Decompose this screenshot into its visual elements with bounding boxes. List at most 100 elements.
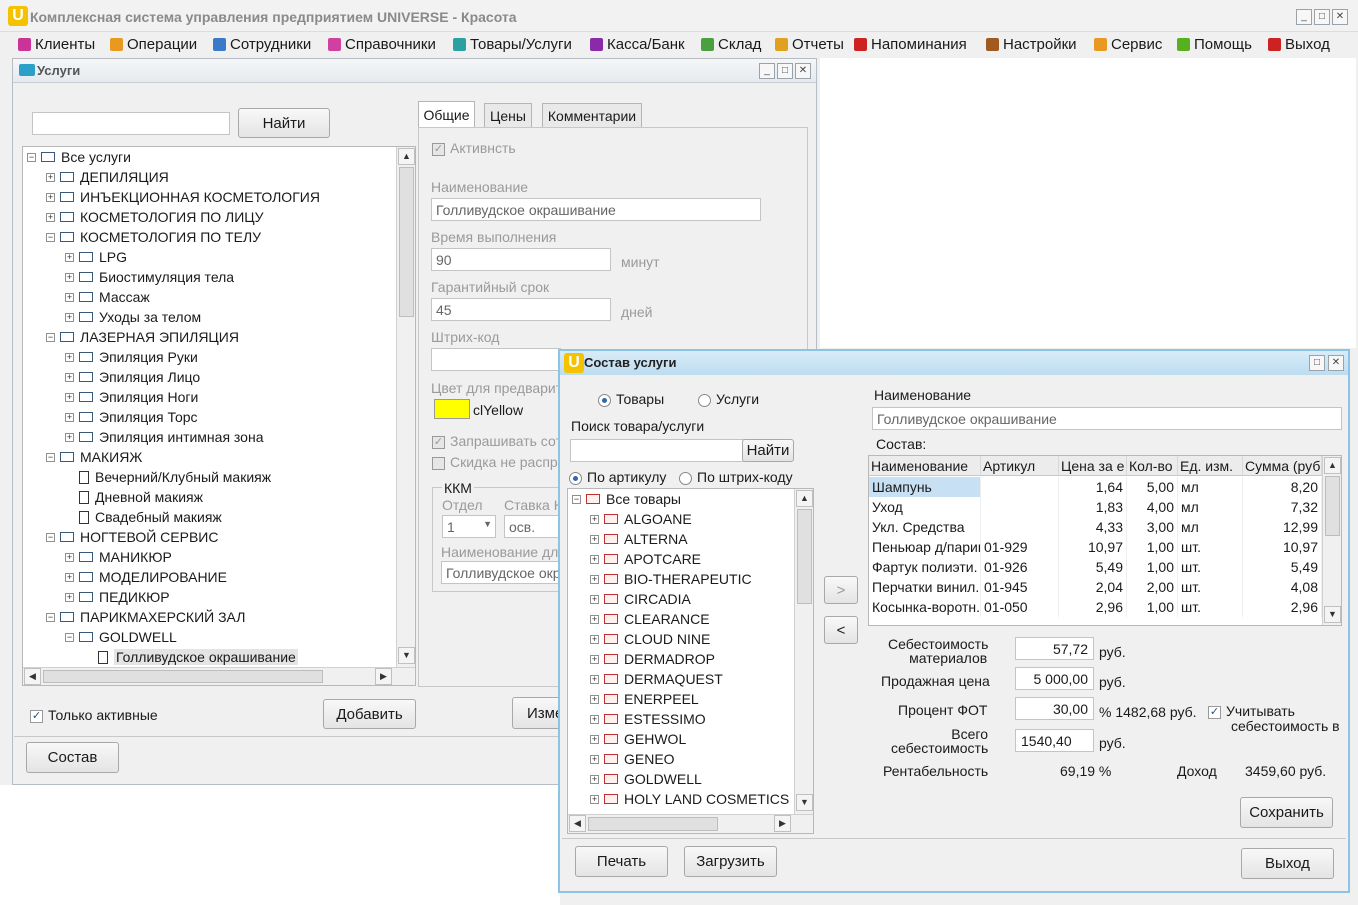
grid-cell[interactable]: Фартук полиэти. [869, 557, 981, 577]
menu-item-2[interactable]: Сотрудники [213, 36, 311, 53]
scroll-left-icon[interactable]: ◀ [569, 815, 586, 832]
grid-cell[interactable]: шт. [1178, 557, 1243, 577]
composition-grid[interactable]: Наименование Артикул Цена за е Кол-во Ед. из… [868, 455, 1342, 626]
time-field[interactable]: 90 [431, 248, 611, 271]
grid-cell[interactable]: мл [1178, 477, 1243, 497]
grid-cell[interactable]: 1,00 [1127, 597, 1178, 617]
grid-cell[interactable]: 8,20 [1243, 477, 1322, 497]
column-header[interactable]: Цена за е [1059, 456, 1127, 476]
tree-item[interactable]: + ДЕПИЛЯЦИЯ [46, 167, 169, 187]
radio-icon[interactable] [598, 393, 611, 407]
expand-icon[interactable]: + [65, 592, 74, 602]
menu-item-9[interactable]: Настройки [986, 36, 1077, 53]
grid-cell[interactable]: 4,08 [1243, 577, 1322, 597]
goods-horizontal-scrollbar[interactable]: ◀ ▶ [568, 814, 813, 833]
expand-icon[interactable]: + [590, 754, 599, 764]
expand-icon[interactable]: + [65, 372, 74, 382]
menu-item-1[interactable]: Операции [110, 36, 197, 53]
expand-icon[interactable]: + [590, 734, 599, 744]
composition-button[interactable]: Состав [26, 742, 119, 773]
tree-item[interactable]: − ПАРИКМАХЕРСКИЙ ЗАЛ [46, 607, 245, 627]
scroll-up-icon[interactable]: ▲ [1324, 457, 1341, 474]
checkbox-icon[interactable] [432, 456, 445, 470]
scroll-down-icon[interactable]: ▼ [796, 794, 813, 811]
grid-cell[interactable]: 1,64 [1059, 477, 1127, 497]
grid-cell[interactable]: 5,49 [1243, 557, 1322, 577]
tree-item[interactable]: − Все услуги [27, 147, 131, 167]
collapse-icon[interactable]: − [46, 232, 55, 242]
active-checkbox[interactable]: ✓ Активнсть [432, 140, 516, 156]
checkbox-icon[interactable]: ✓ [1208, 705, 1221, 719]
collapse-icon[interactable]: − [46, 332, 55, 342]
tree-item[interactable]: + Массаж [65, 287, 150, 307]
remove-from-composition-button[interactable]: < [824, 616, 858, 644]
ask-employee-checkbox[interactable]: ✓ Запрашивать сот [432, 433, 562, 449]
goods-tree-item[interactable]: + CIRCADIA [590, 589, 691, 609]
collapse-icon[interactable]: − [46, 532, 55, 542]
expand-icon[interactable]: + [590, 514, 599, 524]
grid-cell[interactable]: 12,99 [1243, 517, 1322, 537]
grid-cell[interactable]: 4,00 [1127, 497, 1178, 517]
tree-item[interactable]: + МАНИКЮР [65, 547, 172, 567]
grid-cell[interactable]: 01-926 [981, 557, 1059, 577]
scroll-up-icon[interactable]: ▲ [796, 490, 813, 507]
tree-item[interactable]: Дневной макияж [65, 487, 203, 507]
grid-cell[interactable]: Шампунь [869, 477, 981, 497]
tree-item[interactable]: + ПЕДИКЮР [65, 587, 170, 607]
scroll-thumb[interactable] [399, 167, 414, 317]
grid-cell[interactable]: 1,00 [1127, 557, 1178, 577]
radio-icon[interactable] [698, 393, 711, 407]
goods-tree-item[interactable]: + DERMAQUEST [590, 669, 723, 689]
expand-icon[interactable]: + [65, 252, 74, 262]
goods-tree-item[interactable]: + CLOUD NINE [590, 629, 710, 649]
collapse-icon[interactable]: − [65, 632, 74, 642]
expand-icon[interactable]: + [65, 432, 74, 442]
goods-tree-item[interactable]: + GOLDWELL [590, 769, 702, 789]
grid-cell[interactable]: 4,33 [1059, 517, 1127, 537]
fot-percent-field[interactable]: 30,00 [1015, 697, 1094, 720]
scroll-down-icon[interactable]: ▼ [1324, 606, 1341, 623]
scroll-right-icon[interactable]: ▶ [375, 668, 392, 685]
goods-tree-item[interactable]: + GENEO [590, 749, 675, 769]
expand-icon[interactable]: + [46, 192, 55, 202]
scroll-up-icon[interactable]: ▲ [398, 148, 415, 165]
scroll-left-icon[interactable]: ◀ [24, 668, 41, 685]
grid-cell[interactable]: Уход [869, 497, 981, 517]
expand-icon[interactable]: + [65, 312, 74, 322]
tab-comments[interactable]: Комментарии [542, 103, 642, 127]
column-header[interactable]: Сумма (руб [1243, 456, 1322, 476]
expand-icon[interactable]: + [590, 634, 599, 644]
print-button[interactable]: Печать [575, 846, 668, 877]
minimize-icon[interactable]: _ [759, 63, 775, 79]
grid-cell[interactable]: 5,00 [1127, 477, 1178, 497]
grid-cell[interactable] [981, 497, 1059, 517]
grid-cell[interactable]: 10,97 [1059, 537, 1127, 557]
close-icon[interactable]: ✕ [795, 63, 811, 79]
menu-item-10[interactable]: Сервис [1094, 36, 1162, 53]
checkbox-icon[interactable]: ✓ [432, 142, 445, 156]
add-to-composition-button[interactable]: > [824, 576, 858, 604]
tree-item[interactable]: + Эпиляция Торс [65, 407, 198, 427]
goods-find-button[interactable]: Найти [742, 439, 794, 462]
expand-icon[interactable]: + [590, 794, 599, 804]
expand-icon[interactable]: + [590, 574, 599, 584]
tree-item[interactable]: + Уходы за телом [65, 307, 201, 327]
expand-icon[interactable]: + [590, 774, 599, 784]
checkbox-icon[interactable]: ✓ [30, 709, 43, 723]
radio-by-barcode[interactable]: По штрих-коду [679, 469, 793, 485]
tree-item[interactable]: + Биостимуляция тела [65, 267, 234, 287]
goods-vertical-scrollbar[interactable]: ▲ ▼ [794, 489, 813, 814]
kkm-name-field[interactable]: Голливудское окр [441, 561, 562, 584]
tree-item[interactable]: + КОСМЕТОЛОГИЯ ПО ЛИЦУ [46, 207, 264, 227]
tree-item[interactable]: − GOLDWELL [65, 627, 177, 647]
grid-cell[interactable]: 01-945 [981, 577, 1059, 597]
add-button[interactable]: Добавить [323, 699, 416, 729]
grid-cell[interactable]: 7,32 [1243, 497, 1322, 517]
warranty-field[interactable]: 45 [431, 298, 611, 321]
goods-tree-item[interactable]: + DERMADROP [590, 649, 715, 669]
menu-item-6[interactable]: Склад [701, 36, 761, 53]
grid-cell[interactable]: Косынка-воротн. [869, 597, 981, 617]
grid-cell[interactable]: 10,97 [1243, 537, 1322, 557]
collapse-icon[interactable]: − [46, 452, 55, 462]
expand-icon[interactable]: + [590, 614, 599, 624]
